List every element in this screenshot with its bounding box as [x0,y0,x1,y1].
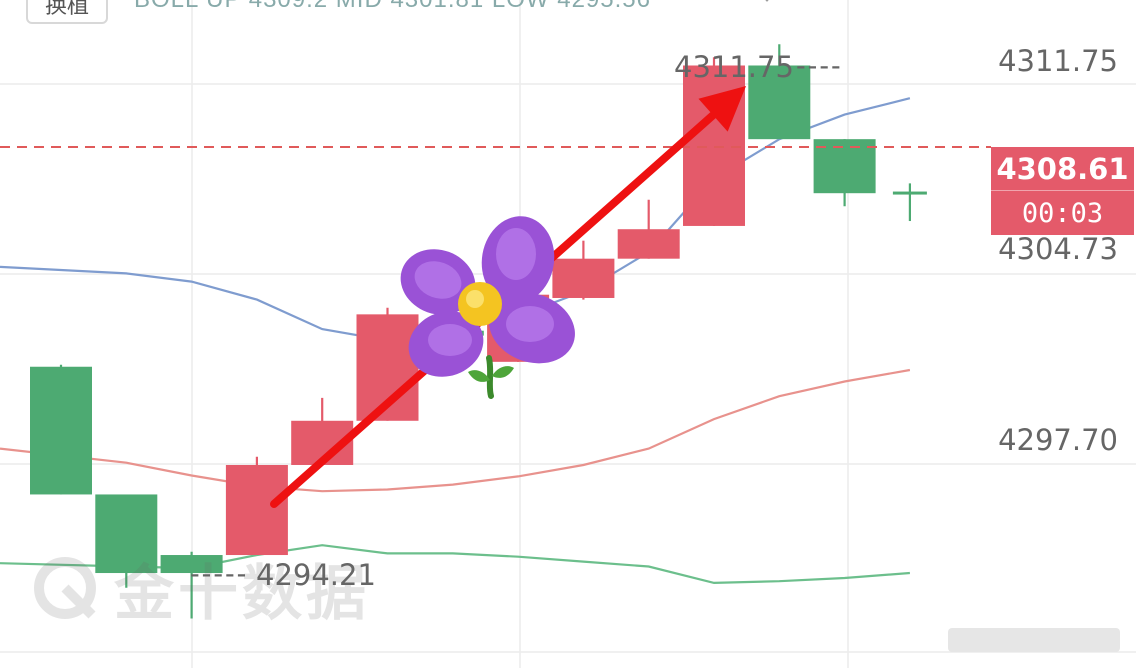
candle-body [225,464,288,556]
candle-body [892,191,927,195]
axis-label-mid: 4304.73 [998,232,1118,266]
candle-4[interactable] [291,397,354,465]
candle-3[interactable] [225,456,288,556]
bottom-blur-bar [948,628,1120,652]
watermark: 金十数据 [30,552,370,627]
candle-body [552,258,615,298]
axis-label-high: 4311.75 [998,44,1118,78]
toolbar-left-button[interactable]: 换植 [26,0,108,24]
chevron-down-icon[interactable] [752,0,782,8]
peak-dash: ---- [796,50,843,82]
last-price-value: 4308.61 [991,147,1134,191]
candle-body [30,366,92,495]
candle-9[interactable] [617,199,680,259]
watermark-text: 金十数据 [114,559,370,627]
candle-13[interactable] [892,183,927,222]
purple-flower-icon [400,216,575,399]
candle-countdown: 00:03 [1021,197,1104,229]
last-price-box: 4308.61 00:03 [991,147,1134,235]
candle-0[interactable] [30,364,92,495]
candle-body [617,229,680,259]
peak-price-label: 4311.75 [674,50,794,84]
axis-label-low: 4297.70 [998,423,1118,457]
candle-12[interactable] [813,139,876,207]
indicator-readout: BOLL UP 4309.2 MID 4301.81 LOW 4295.56 [134,0,651,14]
boll-mid-line [0,368,911,493]
watermark-logo-icon [34,557,96,619]
